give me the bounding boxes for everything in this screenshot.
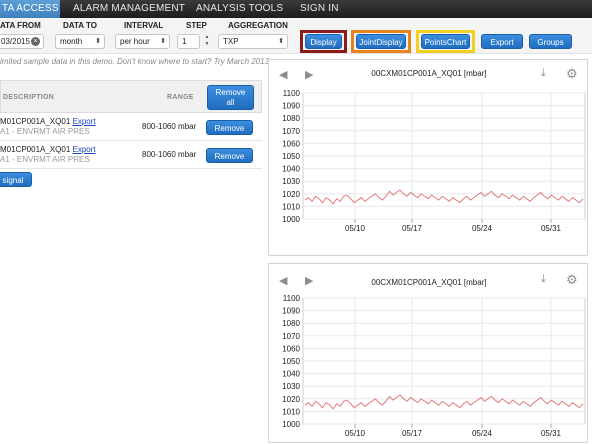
y-tick-label: 1050 <box>282 152 300 161</box>
y-tick-label: 1090 <box>282 307 300 316</box>
y-tick-label: 1000 <box>282 420 300 429</box>
y-tick-label: 1060 <box>282 139 300 148</box>
data-to-value: month <box>60 37 83 46</box>
line-chart: 1100 1090 1080 1070 1060 1050 1040 1030 1020 1010… <box>282 294 586 438</box>
y-tick-label: 1030 <box>282 177 300 186</box>
line-chart: 1100 1090 1080 1070 1060 1050 1040 1030 1020 1010… <box>282 89 586 233</box>
y-tick-label: 1060 <box>282 344 300 353</box>
y-tick-label: 1040 <box>282 165 300 174</box>
export-link[interactable]: Export <box>73 145 96 154</box>
date-from-label: ATA FROM <box>0 21 41 30</box>
interval-select[interactable]: per hour ⬍ <box>115 34 170 49</box>
step-value: 1 <box>182 37 187 46</box>
signals-table: DESCRIPTION RANGE Remove all M01CP001A_X… <box>0 80 262 187</box>
y-tick-label: 1050 <box>282 357 300 366</box>
remove-all-label-2: all <box>226 98 235 107</box>
x-tick-label: 05/17 <box>402 224 423 233</box>
x-tick-label: 05/31 <box>541 429 562 438</box>
signals-table-header: DESCRIPTION RANGE Remove all <box>0 80 262 113</box>
signal-range: 800-1060 mbar <box>142 150 197 159</box>
y-tick-label: 1070 <box>282 127 300 136</box>
add-signal-button[interactable]: signal <box>0 172 32 187</box>
points-chart-button[interactable]: PointsChart <box>421 34 470 49</box>
chevron-updown-icon: ⬍ <box>160 38 166 45</box>
table-row: M01CP001A_XQ01 Export A1 - ENVRMT AIR PR… <box>0 113 262 141</box>
y-tick-label: 1100 <box>283 294 301 303</box>
y-tick-label: 1000 <box>282 215 300 224</box>
joint-display-button[interactable]: JointDisplay <box>356 34 406 49</box>
data-to-label: DATA TO <box>63 21 97 30</box>
x-tick-label: 05/17 <box>402 429 423 438</box>
chart-panel: ◀ ▶ 00CXM01CP001A_XQ01 [mbar] ⤓ ⚙ 1100 10… <box>268 263 588 443</box>
data-to-select[interactable]: month ⬍ <box>55 34 105 49</box>
series-line <box>304 189 584 205</box>
nav-tab-analysis-tools[interactable]: ANALYSIS TOOLS <box>196 0 283 18</box>
x-tick-label: 05/24 <box>472 429 493 438</box>
y-tick-label: 1020 <box>282 190 300 199</box>
y-tick-label: 1010 <box>282 407 300 416</box>
y-tick-label: 1080 <box>282 114 300 123</box>
top-nav: TA ACCESS ALARM MANAGEMENT ANALYSIS TOOL… <box>0 0 592 18</box>
date-from-value: 03/2015 <box>1 37 30 46</box>
nav-tab-sign-in[interactable]: SIGN IN <box>300 0 339 18</box>
signal-name: M01CP001A_XQ01 <box>0 145 71 154</box>
step-label: STEP <box>186 21 207 30</box>
aggregation-select[interactable]: TXP ⬍ <box>218 34 288 49</box>
range-header: RANGE <box>167 94 194 101</box>
signal-description: A1 - ENVRMT AIR PRES <box>0 155 90 164</box>
aggregation-value: TXP <box>223 37 239 46</box>
chevron-updown-icon: ⬍ <box>95 38 101 45</box>
date-from-input[interactable]: 03/2015 × <box>0 34 44 49</box>
y-tick-label: 1090 <box>282 102 300 111</box>
interval-label: INTERVAL <box>124 21 164 30</box>
y-tick-label: 1070 <box>282 332 300 341</box>
y-tick-label: 1100 <box>283 89 301 98</box>
aggregation-label: AGGREGATION <box>228 21 288 30</box>
filter-bar: ATA FROM 03/2015 × DATA TO month ⬍ INTER… <box>0 18 592 54</box>
hint-text: imited sample data in this demo. Don't k… <box>0 57 278 66</box>
signal-range: 800-1060 mbar <box>142 122 197 131</box>
series-line <box>304 394 584 410</box>
chart-panel: ◀ ▶ 00CXM01CP001A_XQ01 [mbar] ⤓ ⚙ 1100 10… <box>268 59 588 256</box>
y-tick-label: 1080 <box>282 319 300 328</box>
step-stepper[interactable]: ▲ ▼ <box>202 34 212 49</box>
x-tick-label: 05/31 <box>541 224 562 233</box>
nav-tab-alarm-management[interactable]: ALARM MANAGEMENT <box>73 0 185 18</box>
export-link[interactable]: Export <box>73 117 96 126</box>
interval-value: per hour <box>120 37 150 46</box>
remove-button[interactable]: Remove <box>206 148 253 163</box>
x-tick-label: 05/10 <box>345 224 366 233</box>
x-tick-label: 05/10 <box>345 429 366 438</box>
chevron-updown-icon: ⬍ <box>278 38 284 45</box>
remove-all-button[interactable]: Remove all <box>207 85 254 110</box>
remove-all-label: Remove <box>215 88 246 97</box>
step-input[interactable]: 1 <box>177 34 200 49</box>
x-tick-label: 05/24 <box>472 224 493 233</box>
signal-name: M01CP001A_XQ01 <box>0 117 71 126</box>
description-header: DESCRIPTION <box>3 94 55 101</box>
remove-button[interactable]: Remove <box>206 120 253 135</box>
y-tick-label: 1020 <box>282 395 300 404</box>
y-tick-label: 1040 <box>282 370 300 379</box>
nav-tab-data-access[interactable]: TA ACCESS <box>0 0 60 18</box>
display-button[interactable]: Display <box>305 34 342 49</box>
groups-button[interactable]: Groups <box>529 34 572 49</box>
clear-icon[interactable]: × <box>31 37 40 46</box>
y-tick-label: 1030 <box>282 382 300 391</box>
y-tick-label: 1010 <box>282 202 300 211</box>
table-row: M01CP001A_XQ01 Export A1 - ENVRMT AIR PR… <box>0 141 262 169</box>
signal-description: A1 - ENVRMT AIR PRES <box>0 127 90 136</box>
export-button[interactable]: Export <box>481 34 523 49</box>
